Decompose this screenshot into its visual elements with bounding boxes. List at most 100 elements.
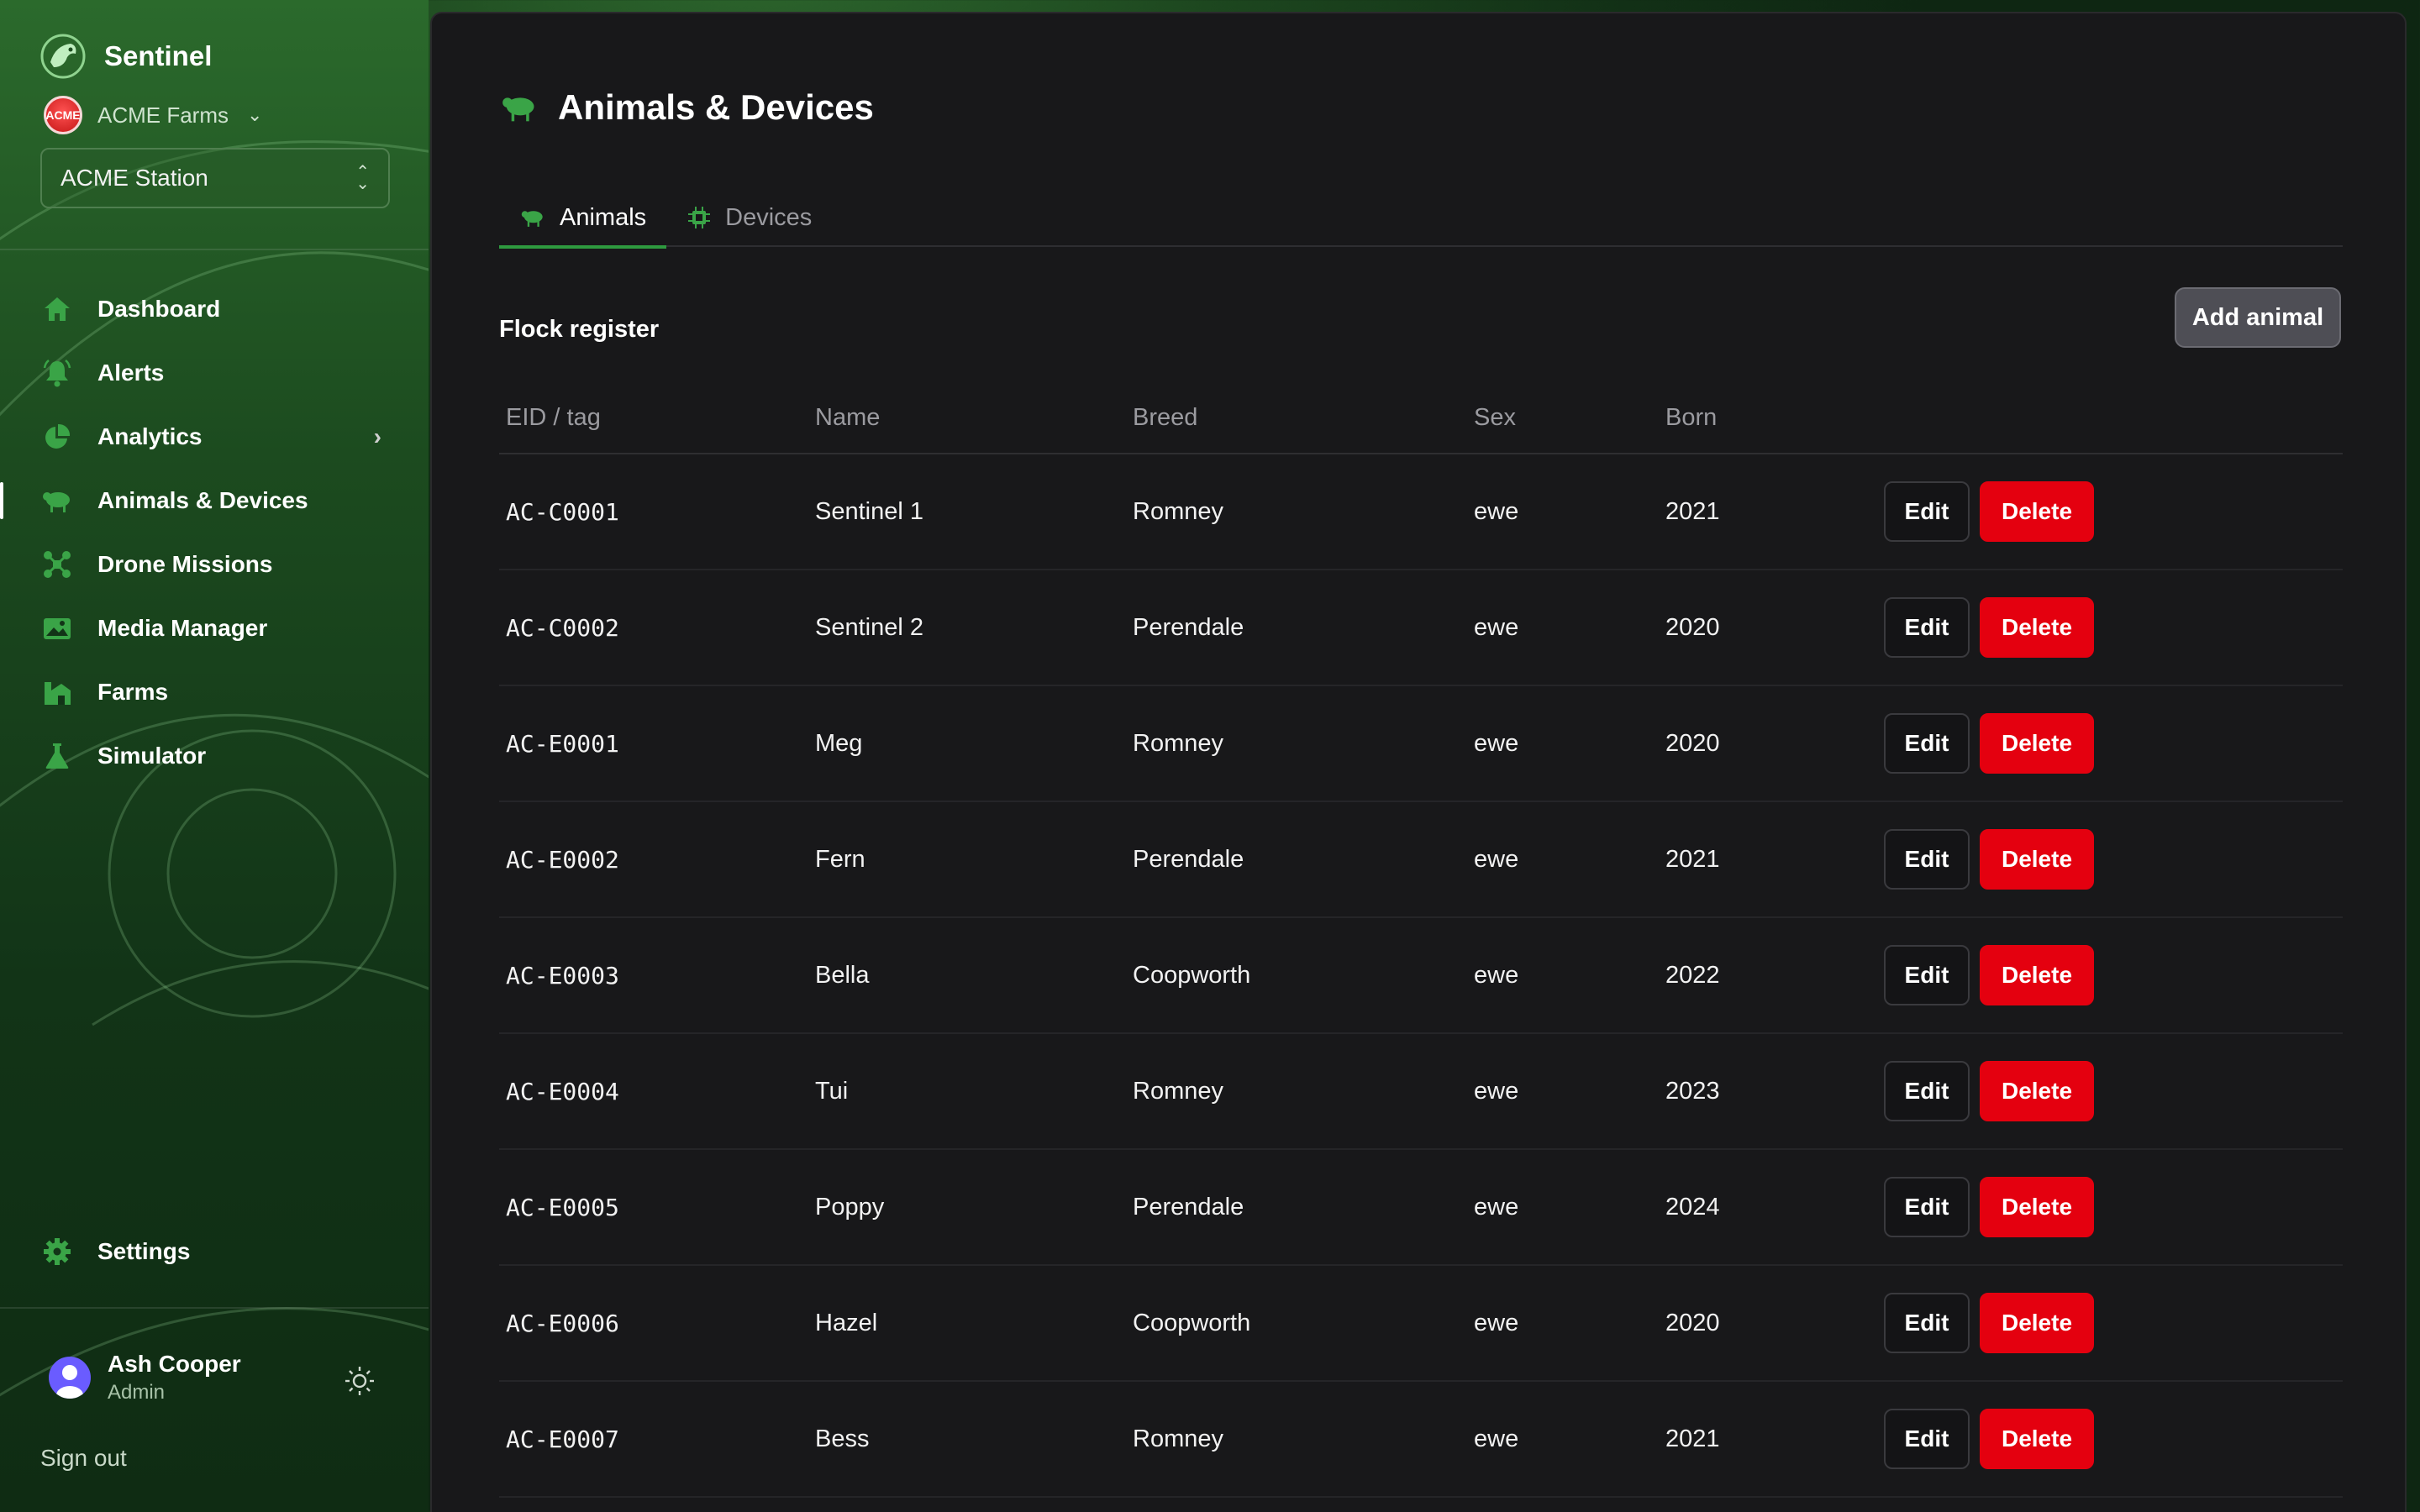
farm-icon [40,675,74,709]
chip-icon [688,207,711,228]
edit-button[interactable]: Edit [1884,829,1970,890]
cell-actions: Edit Delete [1877,1265,2343,1382]
brand[interactable]: Sentinel [40,34,212,79]
cell-born: 2021 [1659,454,1877,570]
user-profile[interactable]: Ash Cooper Admin [49,1351,241,1404]
chevron-down-icon: ⌄ [247,104,263,125]
tab-label: Devices [725,203,813,231]
sheep-icon [521,211,543,227]
page-title: Animals & Devices [558,87,874,127]
cell-actions: Edit Delete [1877,570,2343,686]
edit-button[interactable]: Edit [1884,1177,1970,1237]
table-row: AC-E0007 Bess Romney ewe 2021 Edit Delete [499,1381,2343,1498]
delete-button[interactable]: Delete [1980,1293,2094,1353]
cell-sex: ewe [1467,801,1659,918]
cell-breed: Coopworth [1126,1265,1467,1382]
main-panel: Animals & Devices Animals Devices Flock … [430,12,2407,1512]
station-select[interactable]: ACME Station ⌃ ⌄ [40,148,390,208]
chevron-right-icon: › [373,423,381,449]
edit-button[interactable]: Edit [1884,713,1970,774]
sidebar-item-animals-devices[interactable]: Animals & Devices [0,469,429,533]
cell-eid: AC-C0002 [499,570,808,686]
cell-breed: Coopworth [1126,917,1467,1034]
cell-name: Poppy [808,1149,1126,1266]
cell-born: 2020 [1659,1265,1877,1382]
delete-button[interactable]: Delete [1980,829,2094,890]
org-logo: ACME [44,96,82,134]
sign-out-link[interactable]: Sign out [40,1445,127,1472]
cell-breed: Romney [1126,1381,1467,1498]
cell-breed: Romney [1126,454,1467,570]
sidebar-item-label: Dashboard [97,296,221,322]
cell-eid: AC-E0001 [499,685,808,802]
delete-button[interactable]: Delete [1980,1177,2094,1237]
cell-name: Hazel [808,1265,1126,1382]
gear-icon [40,1235,74,1268]
cell-breed: Perendale [1126,1149,1467,1266]
cell-name: Sentinel 1 [808,454,1126,570]
edit-button[interactable]: Edit [1884,597,1970,658]
edit-button[interactable]: Edit [1884,945,1970,1005]
cell-sex: ewe [1467,917,1659,1034]
tab-devices[interactable]: Devices [666,188,832,247]
sidebar-item-drone-missions[interactable]: Drone Missions [0,533,429,596]
add-animal-button[interactable]: Add animal [2175,287,2341,348]
sidebar-item-media-manager[interactable]: Media Manager [0,596,429,660]
table-row: AC-C0001 Sentinel 1 Romney ewe 2021 Edit… [499,454,2343,570]
tab-animals[interactable]: Animals [499,188,667,249]
sheep-icon [40,484,74,517]
sidebar-divider [0,249,429,250]
edit-button[interactable]: Edit [1884,481,1970,542]
cell-actions: Edit Delete [1877,1381,2343,1498]
table-row: AC-E0005 Poppy Perendale ewe 2024 Edit De… [499,1149,2343,1266]
table-row: AC-E0004 Tui Romney ewe 2023 Edit Delete [499,1033,2343,1150]
cell-eid: AC-E0003 [499,917,808,1034]
cell-breed: Romney [1126,685,1467,802]
cell-name: Bella [808,917,1126,1034]
cell-actions: Edit Delete [1877,917,2343,1034]
edit-button[interactable]: Edit [1884,1061,1970,1121]
sidebar-item-settings[interactable]: Settings [0,1220,429,1284]
drone-icon [40,548,74,581]
column-header-born: Born [1659,383,1877,454]
column-header-eid: EID / tag [499,383,808,454]
delete-button[interactable]: Delete [1980,1409,2094,1469]
column-header-actions [1877,383,2343,454]
org-switcher[interactable]: ACME ACME Farms ⌄ [44,96,262,134]
user-icon [56,1365,83,1399]
delete-button[interactable]: Delete [1980,1061,2094,1121]
home-icon [40,292,74,326]
sidebar-item-analytics[interactable]: Analytics › [0,405,429,469]
sidebar-nav: Dashboard Alerts Analytics › Animals & D… [0,277,429,788]
sidebar-item-farms[interactable]: Farms [0,660,429,724]
delete-button[interactable]: Delete [1980,597,2094,658]
table-row: AC-C0002 Sentinel 2 Perendale ewe 2020 E… [499,570,2343,686]
theme-toggle-button[interactable] [343,1364,376,1398]
column-header-sex: Sex [1467,383,1659,454]
sidebar-item-simulator[interactable]: Simulator [0,724,429,788]
cell-sex: ewe [1467,1265,1659,1382]
sidebar-item-alerts[interactable]: Alerts [0,341,429,405]
cell-actions: Edit Delete [1877,1149,2343,1266]
edit-button[interactable]: Edit [1884,1293,1970,1353]
tab-label: Animals [560,203,647,231]
delete-button[interactable]: Delete [1980,945,2094,1005]
table-row: AC-E0003 Bella Coopworth ewe 2022 Edit De… [499,917,2343,1034]
delete-button[interactable]: Delete [1980,713,2094,774]
cell-sex: ewe [1467,1033,1659,1150]
cell-born: 2021 [1659,1381,1877,1498]
sidebar: Sentinel ACME ACME Farms ⌄ ACME Station … [0,0,429,1512]
edit-button[interactable]: Edit [1884,1409,1970,1469]
cell-name: Tui [808,1033,1126,1150]
column-header-name: Name [808,383,1126,454]
delete-button[interactable]: Delete [1980,481,2094,542]
sidebar-item-dashboard[interactable]: Dashboard [0,277,429,341]
sidebar-item-label: Settings [97,1238,191,1264]
section-title: Flock register [499,316,660,343]
cell-eid: AC-E0006 [499,1265,808,1382]
cell-actions: Edit Delete [1877,801,2343,918]
cell-born: 2020 [1659,570,1877,686]
cell-eid: AC-C0001 [499,454,808,570]
cell-name: Sentinel 2 [808,570,1126,686]
sidebar-divider [0,1307,429,1309]
